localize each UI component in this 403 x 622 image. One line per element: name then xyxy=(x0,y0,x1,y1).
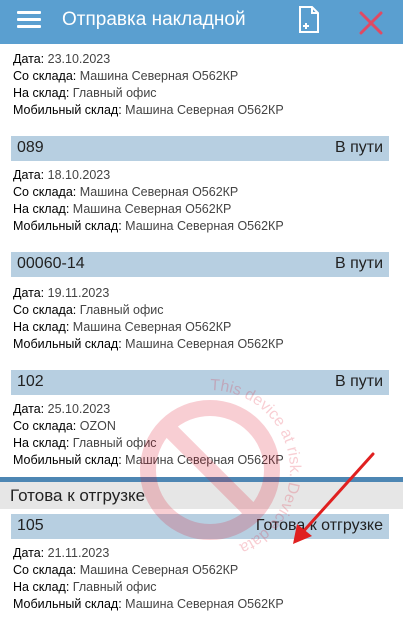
waybill-number: 089 xyxy=(17,139,44,156)
to-warehouse-line: На склад: Машина Северная О562КР xyxy=(13,202,232,216)
date-line: Дата: 19.11.2023 xyxy=(13,286,110,300)
to-warehouse-line: На склад: Главный офис xyxy=(13,436,157,450)
from-warehouse-line: Со склада: Главный офис xyxy=(13,303,164,317)
section-header: Готова к отгрузке xyxy=(0,477,403,509)
waybill-number: 102 xyxy=(17,373,44,390)
from-warehouse-line: Со склада: Машина Северная О562КР xyxy=(13,563,239,577)
section-title: Готова к отгрузке xyxy=(10,486,146,505)
item-header: 105 Готова к отгрузке xyxy=(11,514,389,539)
status-label: Готова к отгрузке xyxy=(255,517,383,534)
mobile-warehouse-line: Мобильный склад: Машина Северная О562КР xyxy=(13,219,284,233)
status-label: В пути xyxy=(334,255,383,272)
date-line: Дата: 23.10.2023 xyxy=(13,52,111,66)
from-warehouse-line: Со склада: OZON xyxy=(13,419,116,433)
date-line: Дата: 25.10.2023 xyxy=(13,402,111,416)
from-warehouse-line: Со склада: Машина Северная О562КР xyxy=(13,69,239,83)
hamburger-menu-icon[interactable] xyxy=(17,9,43,31)
item-header: 102 В пути xyxy=(11,370,389,395)
to-warehouse-line: На склад: Главный офис xyxy=(13,86,157,100)
to-warehouse-line: На склад: Главный офис xyxy=(13,580,157,594)
app-toolbar: Отправка накладной xyxy=(0,0,403,44)
status-label: В пути xyxy=(334,139,383,156)
waybill-number: 00060-14 xyxy=(17,255,85,272)
item-header: 00060-14 В пути xyxy=(11,252,389,277)
mobile-warehouse-line: Мобильный склад: Машина Северная О562КР xyxy=(13,103,284,117)
status-label: В пути xyxy=(334,373,383,390)
close-icon[interactable] xyxy=(357,9,385,37)
to-warehouse-line: На склад: Машина Северная О562КР xyxy=(13,320,232,334)
mobile-warehouse-line: Мобильный склад: Машина Северная О562КР xyxy=(13,337,284,351)
from-warehouse-line: Со склада: Машина Северная О562КР xyxy=(13,185,239,199)
waybill-list[interactable]: Дата: 23.10.2023 Со склада: Машина Север… xyxy=(0,44,403,622)
new-document-icon[interactable] xyxy=(295,5,323,35)
date-line: Дата: 21.11.2023 xyxy=(13,546,110,560)
mobile-warehouse-line: Мобильный склад: Машина Северная О562КР xyxy=(13,597,284,611)
item-header: 089 В пути xyxy=(11,136,389,161)
date-line: Дата: 18.10.2023 xyxy=(13,168,111,182)
waybill-number: 105 xyxy=(17,517,44,534)
page-title: Отправка накладной xyxy=(62,9,246,30)
mobile-warehouse-line: Мобильный склад: Машина Северная О562КР xyxy=(13,453,284,467)
